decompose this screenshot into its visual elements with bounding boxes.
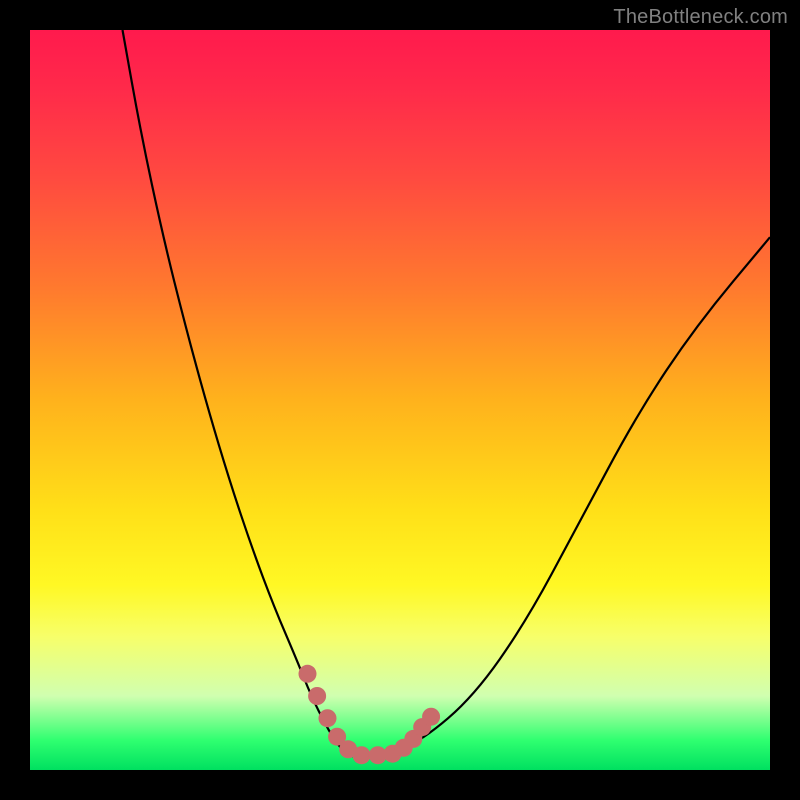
- chart-stage: TheBottleneck.com: [0, 0, 800, 800]
- highlight-marker: [318, 709, 336, 727]
- highlight-marker: [353, 746, 371, 764]
- highlight-markers: [30, 30, 770, 770]
- watermark-text: TheBottleneck.com: [613, 6, 788, 29]
- highlight-marker: [308, 687, 326, 705]
- highlight-marker: [422, 708, 440, 726]
- plot-area: [30, 30, 770, 770]
- highlight-marker: [299, 665, 317, 683]
